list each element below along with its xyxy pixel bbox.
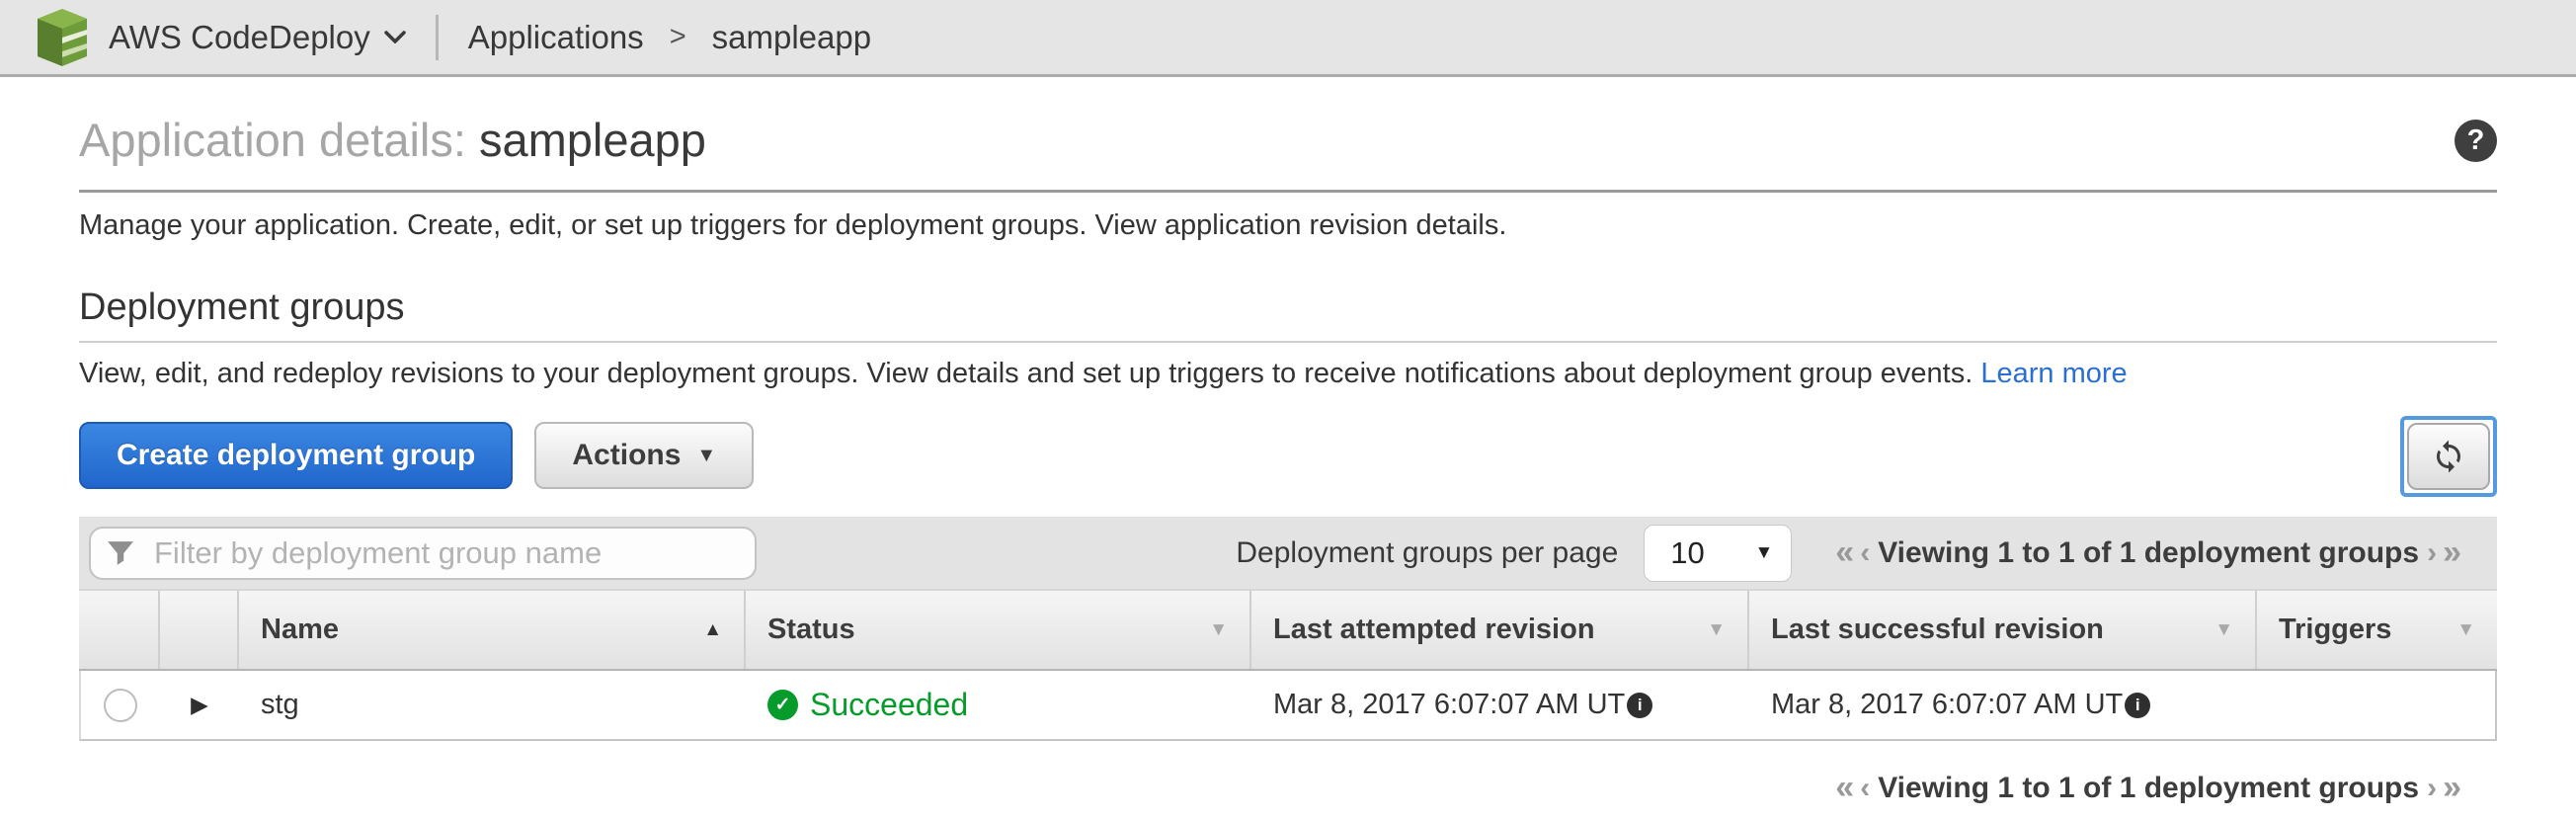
row-radio-button[interactable]	[104, 688, 137, 722]
section-description: View, edit, and redeploy revisions to yo…	[79, 357, 2497, 390]
main-content: Application details: sampleapp ? Manage …	[0, 113, 2576, 807]
pagination-last-icon[interactable]: »	[2443, 533, 2461, 572]
page-title: Application details: sampleapp	[79, 113, 706, 168]
deployment-groups-heading: Deployment groups	[79, 287, 405, 328]
section-description-text: View, edit, and redeploy revisions to yo…	[79, 358, 1973, 389]
service-menu-chevron-icon[interactable]	[383, 31, 406, 43]
title-divider	[79, 190, 2497, 193]
row-expander-cell: ▶	[160, 671, 239, 739]
table-header: Name ▲ Status ▼ Last attempted revision ▼ L…	[79, 589, 2497, 671]
cell-triggers	[2257, 671, 2495, 739]
last-successful-timestamp: Mar 8, 2017 6:07:07 AM UT	[1771, 689, 2124, 720]
help-icon[interactable]: ?	[2455, 119, 2497, 162]
page-title-app-name: sampleapp	[478, 114, 706, 166]
per-page-label: Deployment groups per page	[1236, 535, 1619, 569]
triggers-caret-icon: ▼	[2456, 618, 2475, 640]
actions-caret-icon: ▼	[696, 444, 717, 466]
topbar-divider	[435, 14, 439, 60]
column-header-name[interactable]: Name ▲	[237, 591, 744, 669]
column-header-last-successful-label: Last successful revision	[1771, 614, 2104, 645]
pagination-first-icon[interactable]: «	[1835, 533, 1854, 572]
header-expander-column	[158, 591, 237, 669]
table-control-strip: Deployment groups per page 10 ▼ « ‹ View…	[79, 517, 2497, 589]
toolbar: Create deployment group Actions ▼	[79, 416, 2497, 503]
filter-wrap	[89, 526, 757, 580]
column-header-triggers[interactable]: Triggers ▼	[2255, 591, 2497, 669]
deployment-groups-panel: Deployment groups per page 10 ▼ « ‹ View…	[79, 517, 2497, 741]
learn-more-link[interactable]: Learn more	[1980, 358, 2127, 389]
cell-last-attempted: Mar 8, 2017 6:07:07 AM UT i	[1251, 671, 1749, 739]
cell-status: ✓ Succeeded	[746, 671, 1251, 739]
bottom-pagination-row: « ‹ Viewing 1 to 1 of 1 deployment group…	[79, 769, 2497, 807]
filter-input[interactable]	[89, 526, 757, 580]
row-select-cell	[81, 671, 160, 739]
pagination-top: « ‹ Viewing 1 to 1 of 1 deployment group…	[1835, 533, 2461, 572]
section-divider	[79, 341, 2497, 343]
actions-button[interactable]: Actions ▼	[534, 422, 755, 489]
column-header-status[interactable]: Status ▼	[744, 591, 1249, 669]
refresh-button-focus-ring	[2400, 416, 2497, 497]
pagination-status: Viewing 1 to 1 of 1 deployment groups	[1878, 771, 2420, 804]
column-header-last-attempted-label: Last attempted revision	[1273, 614, 1595, 645]
per-page-caret-icon: ▼	[1754, 541, 1774, 563]
refresh-icon	[2437, 440, 2460, 473]
column-header-last-successful[interactable]: Last successful revision ▼	[1747, 591, 2255, 669]
column-header-name-label: Name	[261, 614, 339, 645]
refresh-button[interactable]	[2407, 423, 2490, 490]
pagination-first-icon[interactable]: «	[1835, 769, 1854, 807]
actions-button-label: Actions	[572, 439, 682, 471]
row-expander-icon[interactable]: ▶	[191, 694, 208, 716]
cell-last-successful: Mar 8, 2017 6:07:07 AM UT i	[1749, 671, 2257, 739]
pagination-prev-icon[interactable]: ‹	[1860, 772, 1870, 805]
sort-ascending-icon: ▲	[703, 618, 722, 640]
pagination-prev-icon[interactable]: ‹	[1860, 536, 1870, 570]
table-row[interactable]: ▶ stg ✓ Succeeded Mar 8, 2017 6:07:07 AM…	[79, 671, 2497, 741]
breadcrumb-separator: >	[669, 21, 686, 52]
pagination-bottom: « ‹ Viewing 1 to 1 of 1 deployment group…	[1835, 769, 2461, 807]
pagination-last-icon[interactable]: »	[2443, 769, 2461, 807]
per-page-value: 10	[1670, 534, 1705, 570]
status-badge: Succeeded	[810, 687, 969, 722]
pagination-next-icon[interactable]: ›	[2427, 772, 2437, 805]
succeeded-check-icon: ✓	[767, 690, 798, 720]
column-header-last-attempted[interactable]: Last attempted revision ▼	[1249, 591, 1747, 669]
filter-funnel-icon	[108, 540, 133, 565]
create-deployment-group-button[interactable]: Create deployment group	[79, 422, 514, 489]
last-successful-info-icon[interactable]: i	[2125, 692, 2151, 718]
status-column-caret-icon: ▼	[1209, 618, 1228, 640]
last-attempted-caret-icon: ▼	[1707, 618, 1726, 640]
title-row: Application details: sampleapp ?	[79, 113, 2497, 168]
column-header-status-label: Status	[767, 614, 855, 645]
pagination-next-icon[interactable]: ›	[2427, 536, 2437, 570]
codedeploy-logo-icon	[38, 8, 87, 66]
cell-name: stg	[261, 689, 299, 720]
per-page-select[interactable]: 10 ▼	[1644, 524, 1793, 582]
header-select-column	[79, 591, 158, 669]
topbar: AWS CodeDeploy Applications > sampleapp	[0, 0, 2576, 77]
breadcrumb-applications[interactable]: Applications	[468, 19, 644, 56]
page-subtitle: Manage your application. Create, edit, o…	[79, 209, 1507, 241]
last-attempted-timestamp: Mar 8, 2017 6:07:07 AM UT	[1273, 689, 1626, 720]
page-title-prefix: Application details:	[79, 114, 479, 166]
last-attempted-info-icon[interactable]: i	[1627, 692, 1653, 718]
last-successful-caret-icon: ▼	[2214, 618, 2233, 640]
service-name: AWS CodeDeploy	[109, 18, 370, 55]
column-header-triggers-label: Triggers	[2279, 614, 2392, 645]
pagination-status: Viewing 1 to 1 of 1 deployment groups	[1878, 535, 2420, 569]
breadcrumb-current: sampleapp	[711, 18, 872, 55]
